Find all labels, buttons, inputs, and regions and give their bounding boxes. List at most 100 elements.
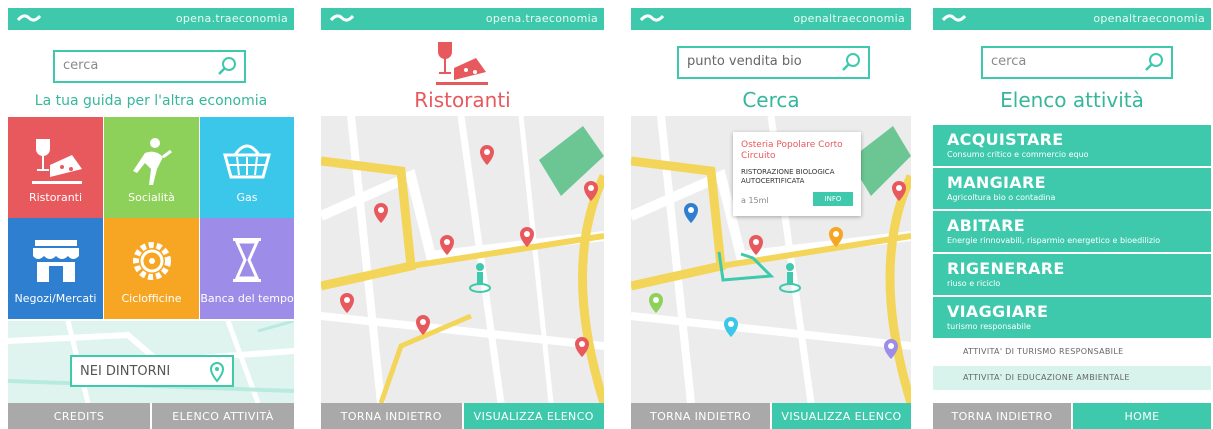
tile-banca-tempo[interactable]: Banca del tempo [200, 218, 294, 319]
place-distance: a 15ml [741, 196, 769, 205]
tile-ciclofficine[interactable]: Ciclofficine [104, 218, 199, 319]
show-list-button[interactable]: VISUALIZZA ELENCO [770, 403, 911, 429]
search-icon[interactable] [1143, 51, 1165, 73]
map-pin-icon[interactable] [583, 180, 599, 202]
activity-title: ABITARE [947, 216, 1025, 235]
activity-title: VIAGGIARE [947, 302, 1049, 321]
nearby-button[interactable]: NEI DINTORNI [70, 355, 234, 387]
tile-negozi[interactable]: Negozi/Mercati [8, 218, 103, 319]
logo-icon [639, 14, 665, 22]
tile-label: Ciclofficine [121, 292, 182, 305]
tile-ristoranti[interactable]: Ristoranti [8, 117, 103, 218]
site-name: opena.traeconomia [175, 12, 288, 25]
map-pin-icon[interactable] [519, 226, 535, 248]
hourglass-icon [233, 238, 261, 282]
place-popup[interactable]: Osteria Popolare Corto Circuito RISTORAZ… [733, 132, 861, 216]
gear-icon [132, 242, 171, 280]
place-description: RISTORAZIONE BIOLOGICA AUTOCERTIFICATA [741, 168, 835, 185]
search-input[interactable]: cerca [981, 46, 1173, 79]
site-name: opena.traeconomia [485, 12, 598, 25]
page-title: Ristoranti [414, 88, 511, 112]
map-view[interactable]: Osteria Popolare Corto Circuito RISTORAZ… [631, 116, 911, 403]
info-button[interactable]: INFO [813, 192, 853, 206]
tile-label: Banca del tempo [200, 292, 294, 305]
search-value: punto vendita bio [687, 54, 802, 69]
search-placeholder: cerca [991, 54, 1027, 69]
tile-label: Negozi/Mercati [14, 292, 97, 305]
logo-icon [16, 14, 42, 22]
credits-button[interactable]: CREDITS [8, 403, 150, 429]
subitem-label: ATTIVITA' DI TURISMO RESPONSABILE [963, 347, 1124, 356]
subitem-turismo[interactable]: ATTIVITA' DI TURISMO RESPONSABILE [933, 340, 1211, 364]
search-icon[interactable] [840, 51, 862, 73]
restaurant-icon [436, 42, 488, 85]
activity-subtitle: riuso e riciclo [947, 279, 1001, 288]
map-pin-icon[interactable] [748, 234, 764, 256]
home-screen: opena.traeconomia cerca La tua guida per… [8, 8, 294, 429]
activity-rigenerare[interactable]: RIGENERARE riuso e riciclo [933, 254, 1211, 295]
map-pin-icon[interactable] [828, 226, 844, 248]
map-pin-icon[interactable] [891, 180, 907, 202]
map-pin-icon[interactable] [339, 292, 355, 314]
search-icon[interactable] [216, 55, 238, 77]
map-pin-icon[interactable] [415, 314, 431, 336]
user-location-icon [469, 263, 491, 293]
basket-icon [223, 144, 271, 179]
tile-label: Gas [236, 191, 258, 204]
back-button[interactable]: TORNA INDIETRO [631, 403, 770, 429]
status-bar: openaltraeconomia [933, 8, 1211, 30]
activity-title: ACQUISTARE [947, 130, 1064, 149]
tile-label: Ristoranti [28, 191, 83, 204]
activity-list-button[interactable]: ELENCO ATTIVITÀ [150, 403, 294, 429]
status-bar: opena.traeconomia [8, 8, 294, 30]
logo-icon [941, 14, 967, 22]
tile-label: Socialità [128, 191, 175, 204]
activity-subtitle: turismo responsabile [947, 322, 1031, 331]
user-location-icon [779, 263, 801, 293]
map-pin-icon[interactable] [439, 234, 455, 256]
page-title: Cerca [742, 88, 800, 112]
status-bar: openaltraeconomia [631, 8, 911, 30]
tile-gas[interactable]: Gas [200, 117, 294, 218]
map-pin-icon[interactable] [883, 338, 899, 360]
search-screen: openaltraeconomia punto vendita bio Cerc… [631, 8, 911, 429]
search-placeholder: cerca [63, 58, 99, 73]
map-pin-icon[interactable] [648, 292, 664, 314]
map-pin-icon[interactable] [373, 202, 389, 224]
bottom-bar: TORNA INDIETRO HOME [933, 403, 1211, 429]
activity-acquistare[interactable]: ACQUISTARE Consumo critico e commercio e… [933, 125, 1211, 166]
activity-mangiare[interactable]: MANGIARE Agricoltura bio o contadina [933, 168, 1211, 209]
map-view[interactable] [321, 116, 604, 403]
subitem-label: ATTIVITA' DI EDUCAZIONE AMBIENTALE [963, 373, 1130, 382]
subitem-educazione[interactable]: ATTIVITA' DI EDUCAZIONE AMBIENTALE [933, 366, 1211, 390]
tile-socialita[interactable]: Socialità [104, 117, 199, 218]
map-pin-icon[interactable] [574, 336, 590, 358]
logo-icon [329, 14, 355, 22]
activity-viaggiare[interactable]: VIAGGIARE turismo responsabile [933, 297, 1211, 338]
bottom-bar: TORNA INDIETRO VISUALIZZA ELENCO [321, 403, 604, 429]
back-button[interactable]: TORNA INDIETRO [933, 403, 1071, 429]
site-name: openaltraeconomia [793, 12, 905, 25]
show-list-button[interactable]: VISUALIZZA ELENCO [461, 403, 604, 429]
bottom-bar: CREDITS ELENCO ATTIVITÀ [8, 403, 294, 429]
page-title: Elenco attività [1000, 88, 1144, 112]
activity-abitare[interactable]: ABITARE Energie rinnovabili, risparmio e… [933, 211, 1211, 252]
back-button[interactable]: TORNA INDIETRO [321, 403, 462, 429]
search-input[interactable]: cerca [53, 50, 246, 83]
map-streets [321, 116, 604, 403]
shop-icon [32, 240, 79, 282]
map-pin-icon[interactable] [683, 202, 699, 224]
restaurants-screen: opena.traeconomia Ristoranti TORNA INDIE… [321, 8, 604, 429]
status-bar: opena.traeconomia [321, 8, 604, 30]
search-input[interactable]: punto vendita bio [677, 46, 870, 79]
map-pin-icon[interactable] [479, 144, 495, 166]
activity-title: RIGENERARE [947, 259, 1065, 278]
map-pin-icon[interactable] [723, 316, 739, 338]
nearby-map[interactable]: NEI DINTORNI [8, 321, 294, 403]
home-button[interactable]: HOME [1071, 403, 1211, 429]
activity-subtitle: Consumo critico e commercio equo [947, 150, 1089, 159]
activity-subtitle: Agricoltura bio o contadina [947, 193, 1056, 202]
restaurant-icon [31, 139, 82, 184]
tagline: La tua guida per l'altra economia [34, 93, 268, 109]
activity-title: MANGIARE [947, 173, 1046, 192]
